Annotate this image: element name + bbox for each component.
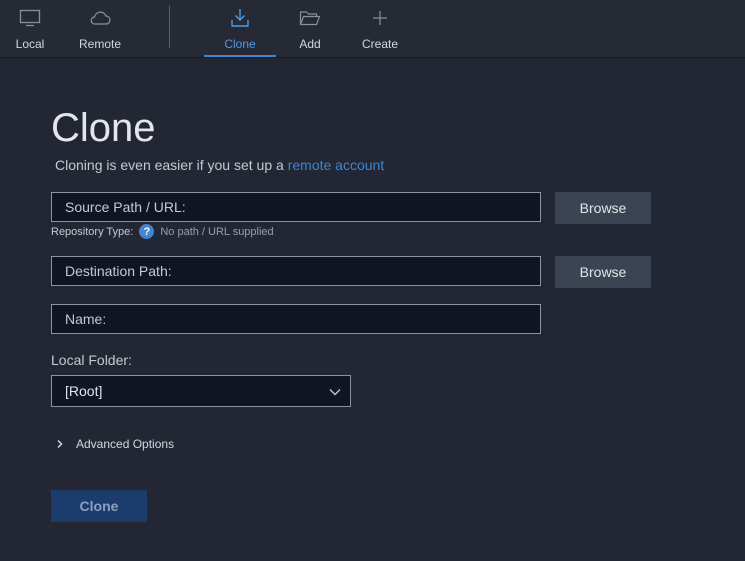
source-path-input[interactable]: Source Path / URL: bbox=[51, 192, 541, 222]
repository-type-value: No path / URL supplied bbox=[160, 225, 274, 238]
help-icon[interactable]: ? bbox=[139, 224, 155, 239]
local-folder-label: Local Folder: bbox=[51, 352, 132, 368]
subtitle-text: Cloning is even easier if you set up a bbox=[55, 157, 288, 173]
destination-path-placeholder: Destination Path: bbox=[65, 263, 172, 279]
repository-type-row: Repository Type: ? No path / URL supplie… bbox=[51, 224, 274, 239]
toolbar-create-label: Create bbox=[361, 37, 399, 51]
chevron-right-icon bbox=[56, 439, 64, 449]
toolbar-clone-label: Clone bbox=[224, 37, 256, 51]
remote-account-link[interactable]: remote account bbox=[288, 157, 385, 173]
local-folder-value: [Root] bbox=[65, 383, 103, 399]
chevron-down-icon bbox=[328, 385, 342, 401]
toolbar-clone-button[interactable]: Clone bbox=[204, 0, 276, 57]
toolbar-remote-label: Remote bbox=[78, 37, 122, 51]
toolbar-local-button[interactable]: Local bbox=[11, 0, 49, 57]
source-path-placeholder: Source Path / URL: bbox=[65, 199, 186, 215]
advanced-options-toggle[interactable]: Advanced Options bbox=[56, 437, 174, 451]
page-subtitle: Cloning is even easier if you set up a r… bbox=[55, 157, 384, 173]
top-toolbar: Local Remote Clone Add Create bbox=[0, 0, 745, 58]
download-icon bbox=[230, 8, 250, 28]
repository-type-label: Repository Type: bbox=[51, 225, 134, 238]
destination-path-input[interactable]: Destination Path: bbox=[51, 256, 541, 286]
monitor-icon bbox=[19, 8, 41, 28]
folder-open-icon bbox=[299, 8, 321, 28]
name-placeholder: Name: bbox=[65, 311, 107, 327]
browse-destination-button[interactable]: Browse bbox=[555, 256, 651, 288]
toolbar-add-label: Add bbox=[299, 37, 321, 51]
local-folder-select[interactable]: [Root] bbox=[51, 375, 351, 407]
page-title: Clone bbox=[51, 106, 156, 150]
clone-button[interactable]: Clone bbox=[51, 490, 147, 522]
advanced-options-label: Advanced Options bbox=[76, 437, 175, 451]
toolbar-divider bbox=[169, 6, 170, 48]
cloud-icon bbox=[89, 8, 111, 28]
toolbar-remote-button[interactable]: Remote bbox=[76, 0, 124, 57]
plus-icon bbox=[372, 8, 388, 28]
name-input[interactable]: Name: bbox=[51, 304, 541, 334]
browse-source-button[interactable]: Browse bbox=[555, 192, 651, 224]
toolbar-create-button[interactable]: Create bbox=[359, 0, 401, 57]
toolbar-add-button[interactable]: Add bbox=[292, 0, 328, 57]
toolbar-local-label: Local bbox=[15, 37, 45, 51]
